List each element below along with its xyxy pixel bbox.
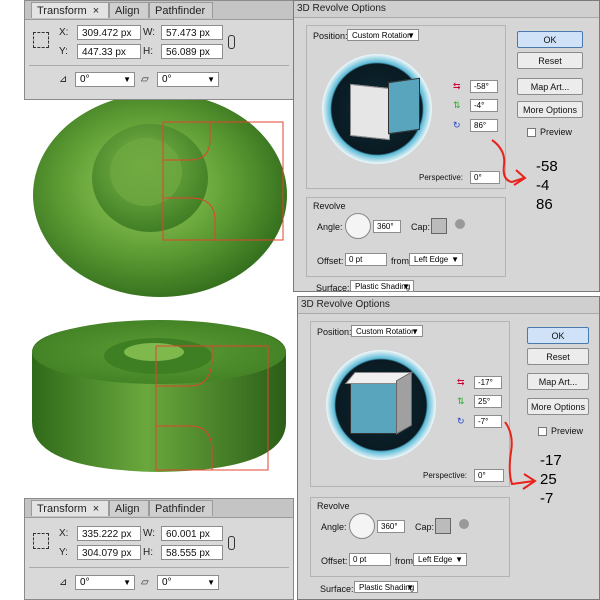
note-value: -58: [536, 158, 558, 175]
red-arrow-top: [491, 139, 527, 186]
note-rotation-values-top: -58 -4 86: [536, 157, 558, 214]
red-arrow-bottom: [504, 421, 537, 490]
note-value: -4: [536, 177, 550, 194]
note-value: 25: [540, 471, 557, 488]
note-value: -17: [540, 452, 562, 469]
note-value: 86: [536, 196, 553, 213]
annotation-arrows: [491, 139, 537, 490]
note-value: -7: [540, 490, 554, 507]
note-rotation-values-bottom: -17 25 -7: [540, 451, 562, 508]
